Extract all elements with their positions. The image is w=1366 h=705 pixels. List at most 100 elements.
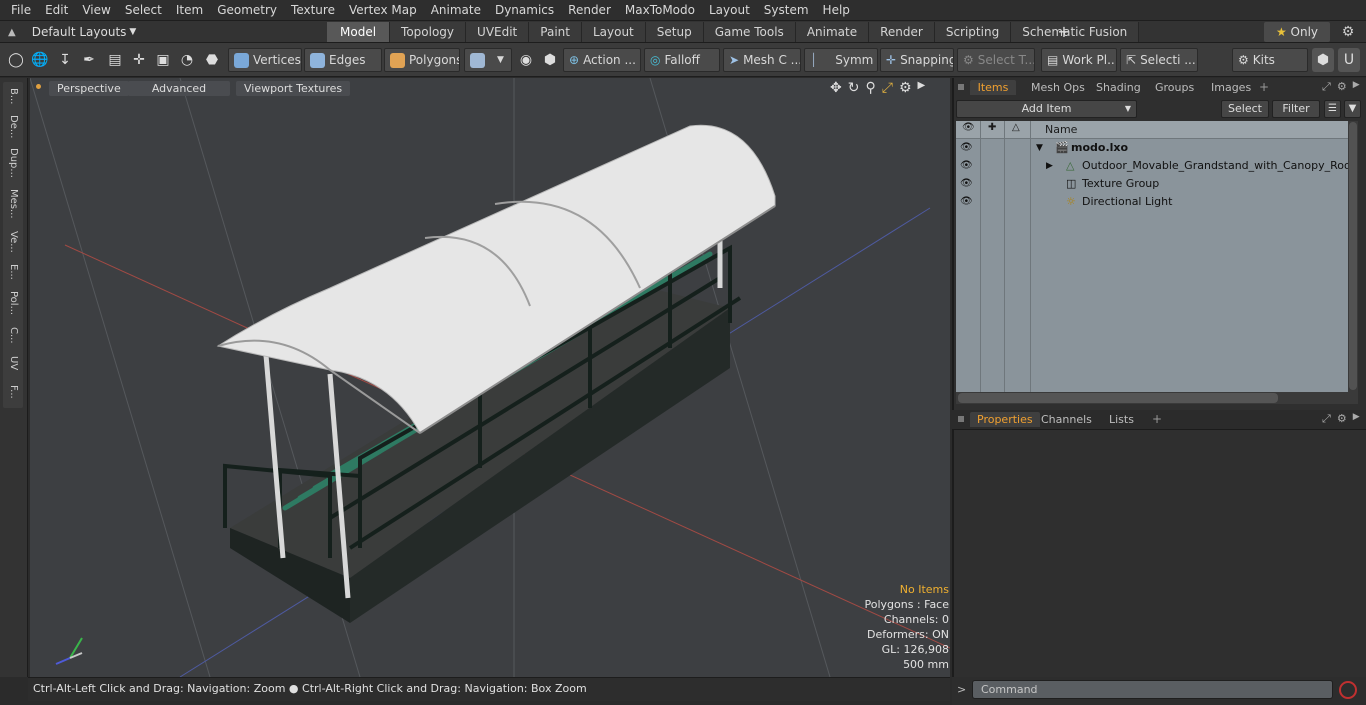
menu-select[interactable]: Select xyxy=(118,0,169,21)
add-item-dropdown[interactable]: Add Item ▼ xyxy=(956,100,1137,118)
menu-help[interactable]: Help xyxy=(816,0,857,21)
tab-topology[interactable]: Topology xyxy=(390,22,467,42)
falloff-button[interactable]: ◎ Falloff xyxy=(644,48,720,72)
gear-icon[interactable]: ⚙ xyxy=(1338,22,1358,42)
rotate-icon[interactable]: ◔ xyxy=(176,48,198,72)
symmetry-button[interactable]: │ Symm ... xyxy=(804,48,878,72)
vtab-vertex[interactable]: Ve... xyxy=(3,226,23,258)
maximize-icon[interactable]: ⤢ xyxy=(882,80,893,96)
tree-row-scene[interactable]: 👁 ▼ 🎬 modo.lxo xyxy=(956,139,1348,157)
panel-menu-icon[interactable] xyxy=(958,84,964,90)
name-column-header[interactable]: Name xyxy=(1045,123,1077,136)
shield-icon[interactable]: ⬣ xyxy=(201,48,223,72)
menu-vertex-map[interactable]: Vertex Map xyxy=(342,0,424,21)
menu-file[interactable]: File xyxy=(4,0,38,21)
filter-button[interactable]: Filter xyxy=(1272,100,1320,118)
props-gear-icon[interactable]: ⚙ xyxy=(1337,412,1347,426)
menu-system[interactable]: System xyxy=(757,0,816,21)
tab-scripting[interactable]: Scripting xyxy=(934,22,1012,42)
tree-row-mesh[interactable]: 👁 ▶ △ Outdoor_Movable_Grandstand_with_Ca… xyxy=(956,157,1355,175)
center-icon[interactable]: ✛ xyxy=(128,48,150,72)
tab-uvedit[interactable]: UVEdit xyxy=(466,22,530,42)
cube-render-icon[interactable]: ⬢ xyxy=(1312,48,1334,72)
menu-edit[interactable]: Edit xyxy=(38,0,75,21)
perspective-button[interactable]: Perspective xyxy=(49,81,129,96)
orbit-icon[interactable]: ↻ xyxy=(848,80,860,96)
select-button[interactable]: Select xyxy=(1221,100,1269,118)
eye-icon[interactable]: 👁 xyxy=(960,139,973,157)
eye-icon[interactable]: 👁 xyxy=(960,157,973,175)
kits-button[interactable]: ⚙ Kits xyxy=(1232,48,1308,72)
items-scrollbar-thumb[interactable] xyxy=(1349,122,1357,390)
tree-row-light[interactable]: 👁 ☼ Directional Light xyxy=(956,193,1348,211)
vtab-mesh-edit[interactable]: Mes... xyxy=(3,184,23,224)
action-center-button[interactable]: ⊕ Action ... xyxy=(563,48,641,72)
viewport-textures-button[interactable]: Viewport Textures xyxy=(236,81,351,96)
vtab-basic[interactable]: B... xyxy=(3,82,23,110)
expand-icon[interactable]: ⤢ xyxy=(1322,80,1331,94)
add-tab-button[interactable]: + xyxy=(1057,22,1071,42)
3d-viewport[interactable] xyxy=(30,78,950,677)
props-menu-icon[interactable] xyxy=(958,416,964,422)
funnel-icon[interactable]: ▼ xyxy=(1344,100,1361,118)
vtab-deform[interactable]: De... xyxy=(3,112,23,142)
tree-row-texture-group[interactable]: 👁 ◫ Texture Group xyxy=(956,175,1348,193)
menu-dynamics[interactable]: Dynamics xyxy=(488,0,561,21)
menu-view[interactable]: View xyxy=(75,0,117,21)
move-icon[interactable]: ✥ xyxy=(830,80,842,96)
material-button[interactable]: ▼ xyxy=(464,48,512,72)
panel-gear-icon[interactable]: ⚙ xyxy=(1337,80,1347,94)
vtab-edge[interactable]: E... xyxy=(3,260,23,284)
vtab-curve[interactable]: C... xyxy=(3,322,23,348)
menu-maxtomodo[interactable]: MaxToModo xyxy=(618,0,702,21)
snapping-button[interactable]: ✛ Snapping xyxy=(880,48,954,72)
frame-icon[interactable]: ▣ xyxy=(152,48,174,72)
collapse-icon[interactable]: ▲ xyxy=(8,27,16,38)
tab-mesh-ops[interactable]: Mesh Ops xyxy=(1024,80,1092,95)
only-button[interactable]: ★ Only xyxy=(1264,22,1330,42)
vtab-fusion[interactable]: F... xyxy=(3,378,23,406)
command-input[interactable]: Command xyxy=(972,680,1333,699)
tab-channels[interactable]: Channels xyxy=(1034,412,1099,427)
select-through-button[interactable]: ⚙ Select T... xyxy=(957,48,1035,72)
list-view-icon[interactable]: ☰ xyxy=(1324,100,1341,118)
vtab-uv[interactable]: UV xyxy=(3,350,23,376)
edges-button[interactable]: Edges xyxy=(304,48,382,72)
record-icon[interactable] xyxy=(1339,681,1357,699)
hexagon-icon[interactable]: ⬢ xyxy=(539,48,561,72)
menu-texture[interactable]: Texture xyxy=(284,0,342,21)
tab-shading[interactable]: Shading xyxy=(1089,80,1148,95)
menu-geometry[interactable]: Geometry xyxy=(210,0,284,21)
tab-model[interactable]: Model xyxy=(327,22,391,42)
sphere-icon[interactable]: ◉ xyxy=(515,48,537,72)
globe-icon[interactable]: 🌐 xyxy=(29,48,51,72)
brush-icon[interactable]: ✒ xyxy=(78,48,100,72)
tab-game-tools[interactable]: Game Tools xyxy=(703,22,796,42)
tab-groups[interactable]: Groups xyxy=(1148,80,1201,95)
menu-layout[interactable]: Layout xyxy=(702,0,757,21)
pen-icon[interactable]: ↧ xyxy=(54,48,76,72)
collapsed-arrow-icon[interactable]: ▶ xyxy=(1046,157,1053,175)
tab-images[interactable]: Images xyxy=(1204,80,1258,95)
tab-paint[interactable]: Paint xyxy=(529,22,582,42)
tab-lists[interactable]: Lists xyxy=(1102,412,1141,427)
vertices-button[interactable]: Vertices xyxy=(228,48,302,72)
menu-render[interactable]: Render xyxy=(561,0,618,21)
zoom-icon[interactable]: ⚲ xyxy=(865,80,875,96)
tab-items[interactable]: Items xyxy=(970,80,1016,95)
menu-animate[interactable]: Animate xyxy=(424,0,488,21)
add-props-tab-icon[interactable]: + xyxy=(1152,412,1162,426)
vtab-duplicate[interactable]: Dup... xyxy=(3,144,23,182)
props-arrow-icon[interactable]: ▶ xyxy=(1353,412,1360,426)
polygons-button[interactable]: Polygons xyxy=(384,48,460,72)
panel-arrow-icon[interactable]: ▶ xyxy=(1353,80,1360,94)
work-plane-button[interactable]: ▤ Work Pl... xyxy=(1041,48,1117,72)
viewport-menu-icon[interactable]: ▶ xyxy=(918,80,926,96)
mesh-constraint-button[interactable]: ➤ Mesh C ... xyxy=(723,48,801,72)
viewport-gear-icon[interactable]: ⚙ xyxy=(899,80,912,96)
expand-arrow-icon[interactable]: ▼ xyxy=(1036,139,1043,157)
layout-dropdown[interactable]: ▲ Default Layouts ▼ xyxy=(8,21,136,43)
tab-schematic-fusion[interactable]: Schematic Fusion xyxy=(1011,22,1140,42)
align-icon[interactable]: ▤ xyxy=(104,48,126,72)
expand-icon[interactable]: ⤢ xyxy=(1322,412,1331,426)
